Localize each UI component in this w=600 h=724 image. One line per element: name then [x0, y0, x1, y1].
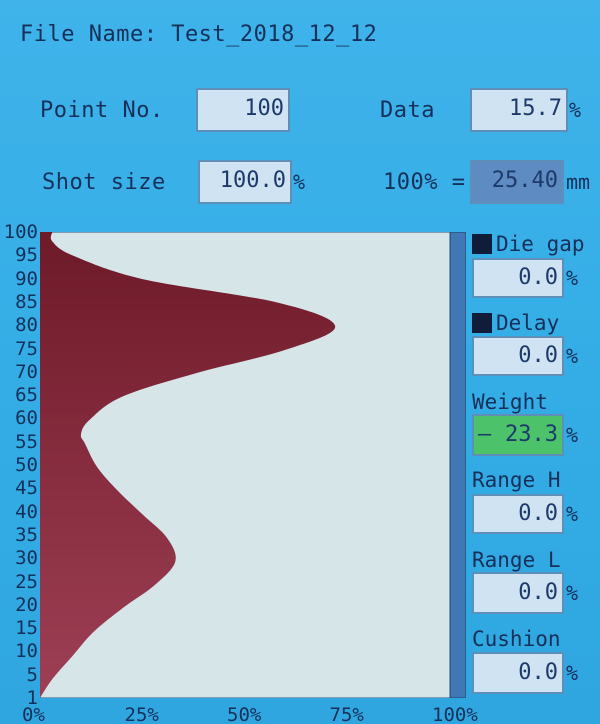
shot-size-field[interactable]: 100.0 [198, 160, 292, 204]
x-tick-label: 50% [227, 704, 262, 724]
cushion-field[interactable]: 0.0 [472, 652, 564, 694]
cushion-label: Cushion [472, 627, 561, 651]
ref-unit: mm [566, 170, 591, 194]
delay-unit: % [566, 344, 579, 368]
point-no-label: Point No. [40, 98, 164, 123]
y-tick-label: 60 [15, 407, 38, 430]
data-label: Data [380, 98, 435, 123]
range-h-field[interactable]: 0.0 [472, 494, 564, 534]
data-unit: % [569, 98, 582, 122]
y-tick-label: 5 [26, 663, 38, 686]
file-name: File Name: Test_2018_12_12 [20, 22, 378, 47]
y-tick-label: 90 [15, 267, 38, 290]
x-tick-label: 0% [22, 704, 45, 724]
y-tick-label: 85 [15, 290, 38, 313]
y-tick-label: 95 [15, 244, 38, 267]
y-tick-label: 100 [3, 221, 38, 243]
profile-chart[interactable] [40, 232, 450, 698]
y-tick-label: 30 [15, 547, 38, 570]
cushion-unit: % [566, 661, 579, 685]
y-tick-label: 15 [15, 617, 38, 640]
y-tick-label: 25 [15, 570, 38, 593]
point-no-field[interactable]: 100 [196, 88, 290, 132]
y-tick-label: 20 [15, 593, 38, 616]
die-gap-field[interactable]: 0.0 [472, 258, 564, 298]
x-tick-label: 75% [329, 704, 364, 724]
weight-unit: % [566, 423, 579, 447]
y-tick-label: 65 [15, 384, 38, 407]
range-l-label: Range L [472, 548, 561, 572]
data-field[interactable]: 15.7 [470, 88, 568, 132]
vertical-scrollbar[interactable] [450, 232, 466, 698]
range-h-unit: % [566, 502, 579, 526]
ref-field[interactable]: 25.40 [470, 160, 564, 204]
x-tick-label: 25% [124, 704, 159, 724]
y-tick-label: 50 [15, 454, 38, 476]
range-l-unit: % [566, 581, 579, 605]
weight-field[interactable]: –23.3 [472, 414, 564, 456]
y-tick-label: 45 [15, 477, 38, 500]
delay-label: Delay [472, 311, 559, 335]
weight-value: 23.3 [505, 422, 558, 447]
shot-size-label: Shot size [42, 170, 166, 195]
x-axis-ticks: 0% 25% 50% 75% 100% [22, 700, 480, 724]
y-tick-label: 70 [15, 360, 38, 383]
y-tick-label: 40 [15, 500, 38, 523]
y-tick-label: 35 [15, 523, 38, 546]
range-h-label: Range H [472, 468, 561, 492]
ref-label: 100% = [383, 170, 466, 195]
weight-sign: – [478, 422, 492, 447]
die-gap-indicator-icon [472, 234, 492, 254]
y-tick-label: 75 [15, 337, 38, 360]
delay-indicator-icon [472, 313, 492, 333]
y-tick-label: 55 [15, 430, 38, 453]
x-tick-label: 100% [432, 704, 478, 724]
range-l-field[interactable]: 0.0 [472, 572, 564, 614]
delay-field[interactable]: 0.0 [472, 336, 564, 376]
y-tick-label: 80 [15, 314, 38, 337]
weight-label: Weight [472, 390, 548, 414]
die-gap-label: Die gap [472, 232, 585, 256]
y-tick-label: 10 [15, 640, 38, 663]
y-axis-ticks: 100 95 90 85 80 75 70 65 60 55 50 45 40 35 30 25 20 15 10 5… [0, 221, 40, 708]
shot-size-unit: % [293, 170, 306, 194]
die-gap-unit: % [566, 266, 579, 290]
